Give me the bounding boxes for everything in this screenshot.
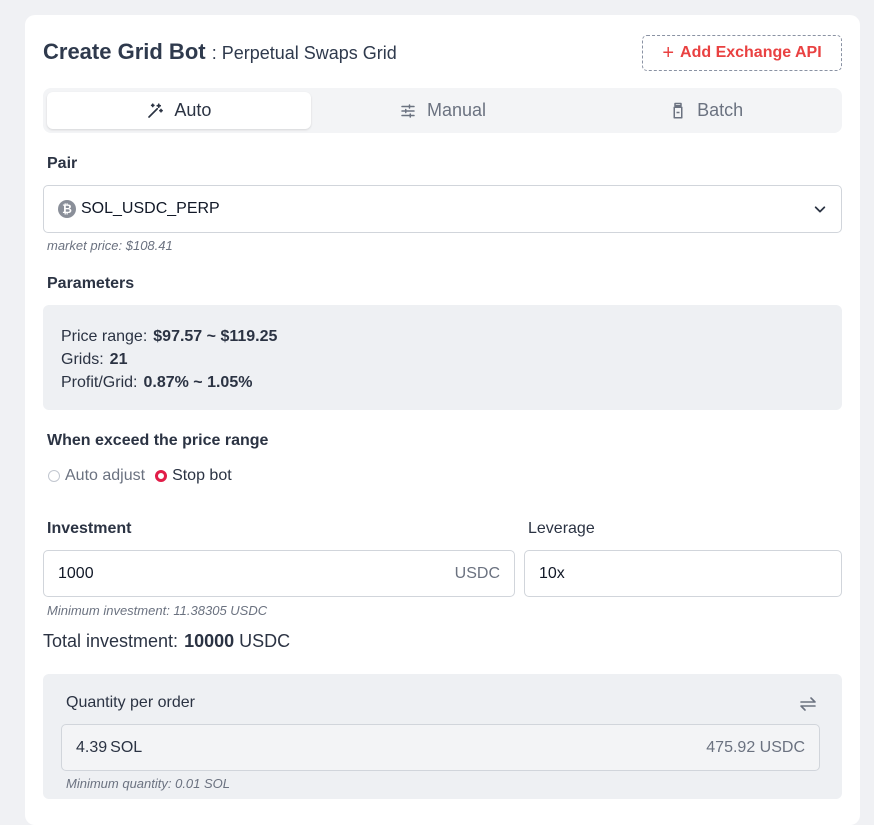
- minimum-quantity-hint: Minimum quantity: 0.01 SOL: [66, 776, 231, 791]
- total-label: Total investment:: [43, 631, 179, 651]
- grids-value: 21: [109, 351, 128, 368]
- parameters-label: Parameters: [47, 275, 135, 292]
- tab-manual[interactable]: Manual: [311, 92, 575, 129]
- radio-auto-adjust[interactable]: Auto adjust: [48, 467, 145, 485]
- add-exchange-api-button[interactable]: + Add Exchange API: [642, 35, 842, 71]
- title-text: Create Grid Bot: [43, 39, 206, 64]
- header: Create Grid Bot : Perpetual Swaps Grid +…: [43, 35, 842, 71]
- profit-row: Profit/Grid: 0.87% ~ 1.05%: [61, 371, 824, 394]
- leverage-input[interactable]: 10x: [524, 550, 842, 597]
- grid-bot-card: Create Grid Bot : Perpetual Swaps Grid +…: [25, 15, 860, 825]
- pair-value: SOL_USDC_PERP: [81, 200, 220, 217]
- quantity-unit: SOL: [110, 738, 143, 756]
- pair-label: Pair: [47, 155, 78, 172]
- mode-tabs: Auto Manual Batch: [43, 88, 842, 133]
- sliders-icon: [401, 103, 415, 118]
- jar-icon: [673, 102, 683, 118]
- exceed-radio-group: Auto adjust Stop bot: [48, 467, 232, 485]
- quantity-quote: 475.92 USDC: [706, 738, 805, 756]
- pair-select[interactable]: ₿ SOL_USDC_PERP: [43, 185, 842, 233]
- exceed-label: When exceed the price range: [47, 432, 269, 449]
- leverage-value: 10x: [539, 564, 565, 582]
- profit-label: Profit/Grid:: [61, 374, 138, 391]
- market-price-hint: market price: $108.41: [47, 238, 173, 253]
- tab-batch[interactable]: Batch: [574, 92, 838, 129]
- quantity-panel: Quantity per order 4.39 SOL 475.92 USDC …: [43, 674, 842, 799]
- quantity-input[interactable]: 4.39 SOL 475.92 USDC: [61, 724, 820, 771]
- tab-auto[interactable]: Auto: [47, 92, 311, 129]
- price-range-value: $97.57 ~ $119.25: [153, 328, 278, 345]
- page-title: Create Grid Bot : Perpetual Swaps Grid: [43, 39, 397, 65]
- total-unit: USDC: [239, 631, 291, 651]
- radio-dot-selected: [155, 470, 168, 482]
- total-investment: Total investment: 10000 USDC: [43, 631, 290, 652]
- add-exchange-api-label: Add Exchange API: [680, 44, 822, 61]
- magic-wand-icon: [148, 102, 164, 118]
- grids-label: Grids:: [61, 351, 104, 368]
- quantity-value: 4.39: [76, 738, 108, 756]
- tab-auto-label: Auto: [174, 100, 212, 120]
- grids-row: Grids: 21: [61, 348, 824, 371]
- leverage-label: Leverage: [528, 520, 595, 537]
- quantity-label: Quantity per order: [66, 694, 195, 711]
- investment-label: Investment: [47, 520, 132, 537]
- tab-manual-label: Manual: [426, 100, 487, 120]
- investment-unit: USDC: [454, 564, 500, 582]
- radio-auto-adjust-label: Auto adjust: [65, 467, 146, 484]
- total-value: 10000: [184, 631, 235, 651]
- price-range-label: Price range:: [61, 328, 148, 345]
- investment-input[interactable]: 1000 USDC: [43, 550, 515, 597]
- chevron-down-icon: [814, 206, 826, 213]
- radio-stop-bot-label: Stop bot: [172, 467, 232, 484]
- tab-batch-label: Batch: [697, 100, 744, 120]
- price-range-row: Price range: $97.57 ~ $119.25: [61, 325, 824, 348]
- title-subtitle: : Perpetual Swaps Grid: [211, 43, 397, 63]
- radio-dot: [48, 470, 60, 482]
- minimum-investment-hint: Minimum investment: 11.38305 USDC: [47, 603, 268, 618]
- profit-value: 0.87% ~ 1.05%: [143, 374, 253, 391]
- investment-value: 1000: [58, 564, 94, 582]
- plus-icon: +: [662, 42, 675, 64]
- radio-stop-bot[interactable]: Stop bot: [155, 467, 232, 485]
- parameters-panel: Price range: $97.57 ~ $119.25 Grids: 21 Pr…: [43, 305, 842, 410]
- coin-icon: ₿: [58, 200, 76, 218]
- swap-icon[interactable]: [799, 695, 817, 713]
